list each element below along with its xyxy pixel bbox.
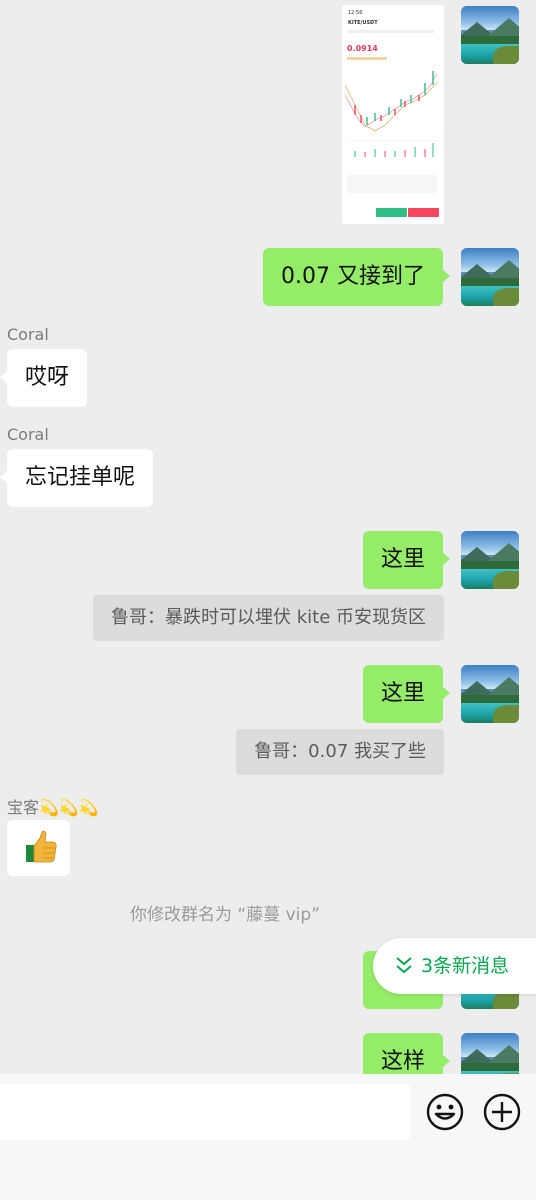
message-bubble-self[interactable]: 这里 (362, 665, 451, 723)
system-notice: 你修改群名为 “藤蔓 vip” (130, 905, 320, 925)
screenshot-tabs (348, 30, 434, 33)
self-avatar[interactable] (461, 6, 519, 64)
message-bubble-other[interactable]: 忘记挂单呢 (0, 449, 154, 507)
sender-name: 宝客💫💫💫 (7, 798, 99, 817)
screenshot-stats (347, 175, 437, 193)
plus-circle-icon[interactable] (482, 1092, 522, 1132)
message-bubble-other[interactable]: 哎呀 (0, 349, 88, 407)
message-bubble-self[interactable]: 0.07 又接到了 (263, 248, 450, 306)
screenshot-sell-button (408, 208, 439, 217)
screenshot-time: 12:56 (348, 10, 363, 16)
sender-name: Coral (7, 425, 49, 444)
double-chevron-down-icon (396, 957, 412, 974)
screenshot-candles (345, 71, 441, 157)
new-messages-label: 3条新消息 (421, 955, 510, 977)
sender-name: Coral (7, 325, 49, 344)
message-bubble-self[interactable]: 这里 (362, 531, 451, 589)
self-avatar[interactable] (461, 248, 519, 306)
quoted-message[interactable]: 鲁哥：0.07 我买了些 (236, 729, 444, 775)
screenshot-pair: KITE/USDT (348, 20, 378, 26)
input-bar (0, 1074, 536, 1200)
thumbs-up-icon (26, 830, 57, 863)
self-avatar[interactable] (461, 665, 519, 723)
screenshot-info (347, 57, 387, 60)
emoji-smile-icon[interactable] (425, 1092, 465, 1132)
quoted-message[interactable]: 鲁哥：暴跌时可以埋伏 kite 币安现货区 (93, 595, 444, 641)
screenshot-buy-button (376, 208, 407, 217)
self-avatar[interactable] (461, 531, 519, 589)
new-messages-button[interactable]: 3条新消息 (373, 938, 536, 994)
chart-screenshot-image[interactable]: 12:56 KITE/USDT 0.0914 (342, 5, 444, 224)
screenshot-price: 0.0914 (347, 44, 378, 53)
sticker-message[interactable] (7, 820, 70, 876)
message-input[interactable] (0, 1084, 411, 1140)
